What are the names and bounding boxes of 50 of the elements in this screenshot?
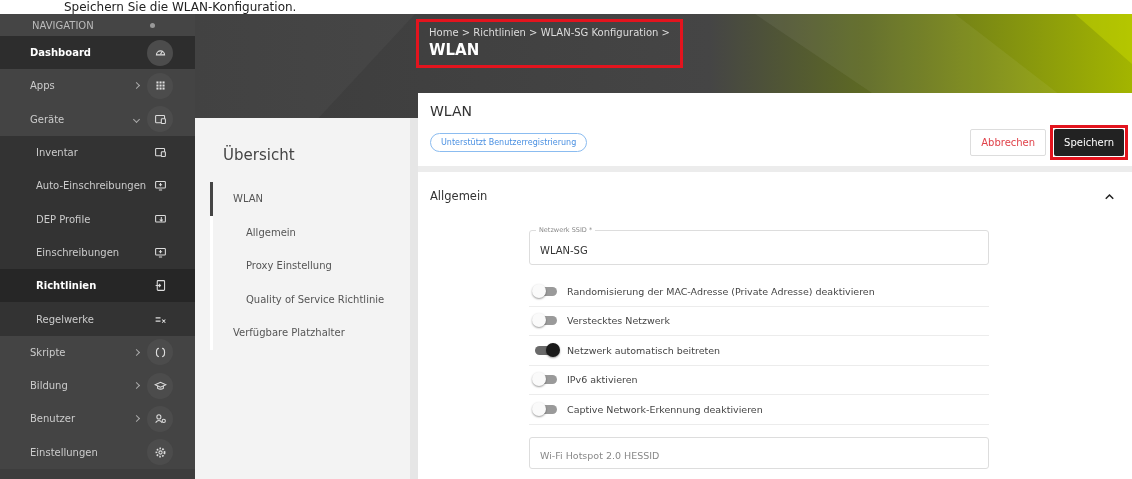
monitor-icon [153,245,167,259]
page-title: WLAN [429,41,481,59]
download-icon [153,212,167,226]
sidebar-item[interactable]: DEP Profile [0,202,195,236]
section-title: Allgemein [430,189,488,203]
overview-title: Übersicht [222,146,296,164]
sidebar-item[interactable]: Skripte [0,335,195,369]
overview-link[interactable]: Quality of Service Richtlinie [210,282,410,316]
sidebar-item[interactable]: Geräte [0,102,195,136]
toggle-label: IPv6 aktivieren [567,374,638,386]
navigation-heading: NAVIGATION [32,19,94,31]
toggle-label: Captive Network-Erkennung deaktivieren [567,403,763,415]
card-title: WLAN [430,103,473,119]
sidebar-item[interactable]: Benutzer [0,402,195,436]
overview-link[interactable]: Verfügbare Platzhalter [210,316,410,350]
settings-icon [153,445,167,459]
sidebar-item[interactable]: Inventar [0,135,195,170]
document-icon [153,279,167,293]
toggle-switch[interactable] [535,316,557,326]
save-button[interactable]: Speichern [1054,129,1124,156]
text-field[interactable]: Wi-Fi Hotspot 2.0 HESSID [529,436,989,469]
sidebar-item[interactable]: Regelwerke [0,302,195,336]
toggle-switch[interactable] [535,286,557,296]
braces-icon [153,345,167,359]
toggle-label: Randomisierung der MAC-Adresse (Private Adresse) deaktivieren [567,285,875,297]
breadcrumb[interactable]: Home > Richtlinien > WLAN-SG Konfiguration > [429,27,670,38]
overview-link[interactable]: WLAN [210,182,410,216]
sidebar-item[interactable]: Bildung [0,368,195,403]
toggle-label: Netzwerk automatisch beitreten [567,344,721,356]
overview-link[interactable]: Allgemein [210,215,410,249]
devices-icon [153,146,167,160]
sidebar-item[interactable]: Einstellungen [0,435,195,469]
toggle-label: Verstecktes Netzwerk [567,315,670,327]
toggle-switch[interactable] [535,375,557,385]
dot-icon [150,22,155,28]
devices-icon [153,112,167,126]
sidebar-item[interactable]: Auto-Einschreibungen [0,169,195,203]
users-icon [153,412,167,426]
sidebar-item[interactable]: Apps [0,69,195,103]
sidebar-item[interactable]: Einschreibungen [0,235,195,270]
overview-link[interactable]: Proxy Einstellung [210,249,410,283]
cancel-button[interactable]: Abbrechen [970,129,1047,156]
sidebar-item[interactable]: Richtlinien [0,269,195,303]
monitor-icon [153,179,167,193]
graduation-cap-icon [153,379,167,393]
toggle-switch[interactable] [535,345,557,355]
toggle-switch[interactable] [535,404,557,414]
chevron-icon[interactable] [1105,192,1114,200]
grid-icon [153,79,167,93]
sidebar-item[interactable]: Dashboard [0,36,195,70]
